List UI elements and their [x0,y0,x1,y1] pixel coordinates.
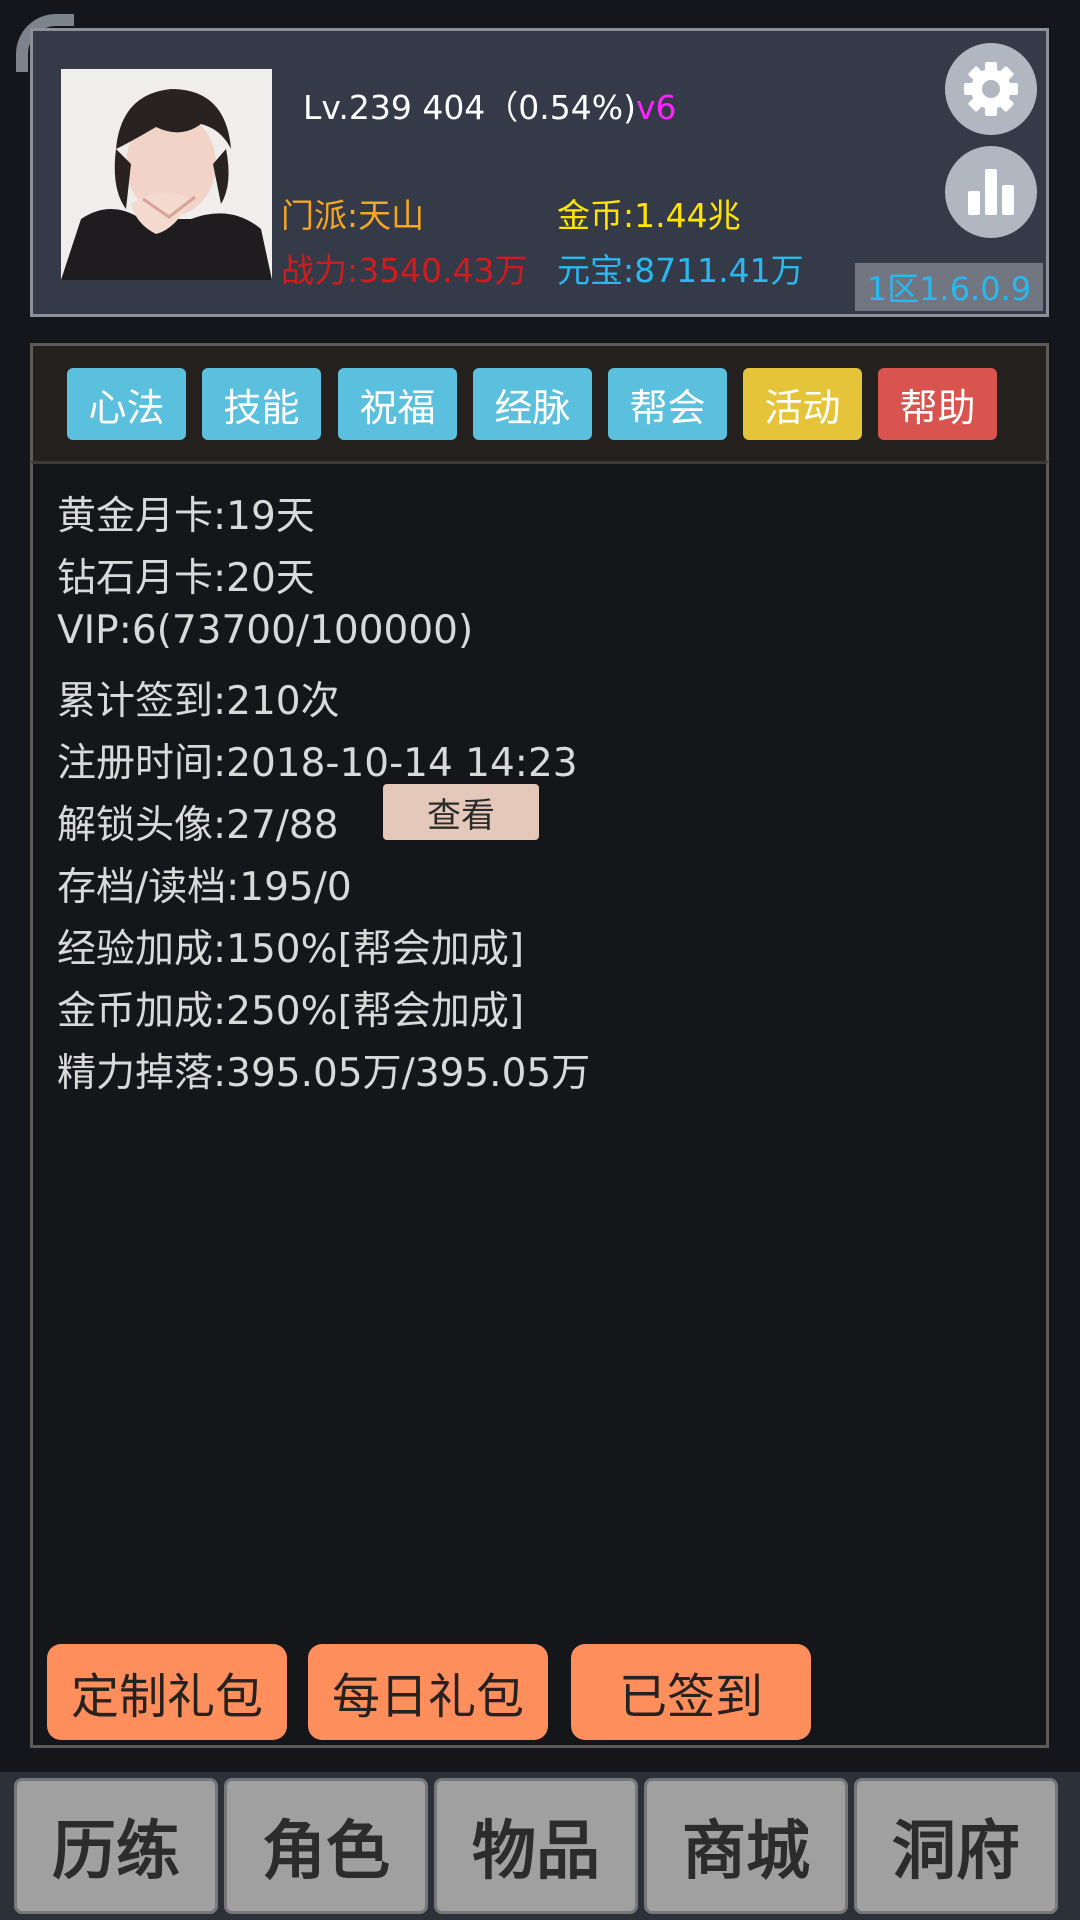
bar-chart-icon [968,169,1014,215]
statistics-button[interactable] [945,146,1037,238]
gold-bonus-text: 金币加成:250%[帮会加成] [57,989,525,1034]
sect-text: 门派:天山 [281,196,425,235]
signin-total-text: 累计签到:210次 [57,679,340,724]
nav-shop[interactable]: 商城 [644,1778,848,1914]
avatars-unlocked-text: 解锁头像:27/88 [57,803,339,848]
nav-cave[interactable]: 洞府 [854,1778,1058,1914]
tab-help[interactable]: 帮助 [878,368,997,440]
level-text: Lv.239 404（0.54%)v6 [303,88,677,127]
power-text: 战力:3540.43万 [281,251,528,290]
gold-text: 金币:1.44兆 [557,196,741,235]
account-info-panel: 黄金月卡:19天 钻石月卡:20天 VIP:6(73700/100000) 累计… [30,461,1049,1748]
nav-character[interactable]: 角色 [224,1778,428,1914]
vip-tag: v6 [636,88,677,127]
diamond-card-text: 钻石月卡:20天 [57,556,315,601]
tab-meridian[interactable]: 经脉 [473,368,592,440]
bottom-navigation: 历练 角色 物品 商城 洞府 [0,1772,1080,1920]
exp-bonus-text: 经验加成:150%[帮会加成] [57,927,525,972]
feature-tab-bar: 心法 技能 祝福 经脉 帮会 活动 帮助 [30,343,1049,461]
avatar-portrait-image [61,69,272,280]
save-load-text: 存档/读档:195/0 [57,865,352,910]
register-time-text: 注册时间:2018-10-14 14:23 [57,741,578,786]
player-avatar[interactable] [61,69,272,280]
server-version-badge: 1区1.6.0.9 [855,263,1043,311]
tab-blessing[interactable]: 祝福 [338,368,457,440]
gold-card-text: 黄金月卡:19天 [57,494,315,539]
custom-pack-button[interactable]: 定制礼包 [47,1644,287,1740]
nav-training[interactable]: 历练 [14,1778,218,1914]
view-avatars-button[interactable]: 查看 [383,784,539,840]
yuanbao-text: 元宝:8711.41万 [557,251,804,290]
tab-xinfa[interactable]: 心法 [67,368,186,440]
tab-events[interactable]: 活动 [743,368,862,440]
player-header: Lv.239 404（0.54%)v6 门派:天山 战力:3540.43万 金币… [30,28,1049,317]
daily-pack-button[interactable]: 每日礼包 [308,1644,548,1740]
settings-button[interactable] [945,43,1037,135]
tab-skills[interactable]: 技能 [202,368,321,440]
vip-progress-text: VIP:6(73700/100000) [57,608,474,653]
energy-drop-text: 精力掉落:395.05万/395.05万 [57,1051,591,1096]
nav-items[interactable]: 物品 [434,1778,638,1914]
signed-in-button[interactable]: 已签到 [571,1644,811,1740]
tab-guild[interactable]: 帮会 [608,368,727,440]
gear-icon [964,62,1018,116]
